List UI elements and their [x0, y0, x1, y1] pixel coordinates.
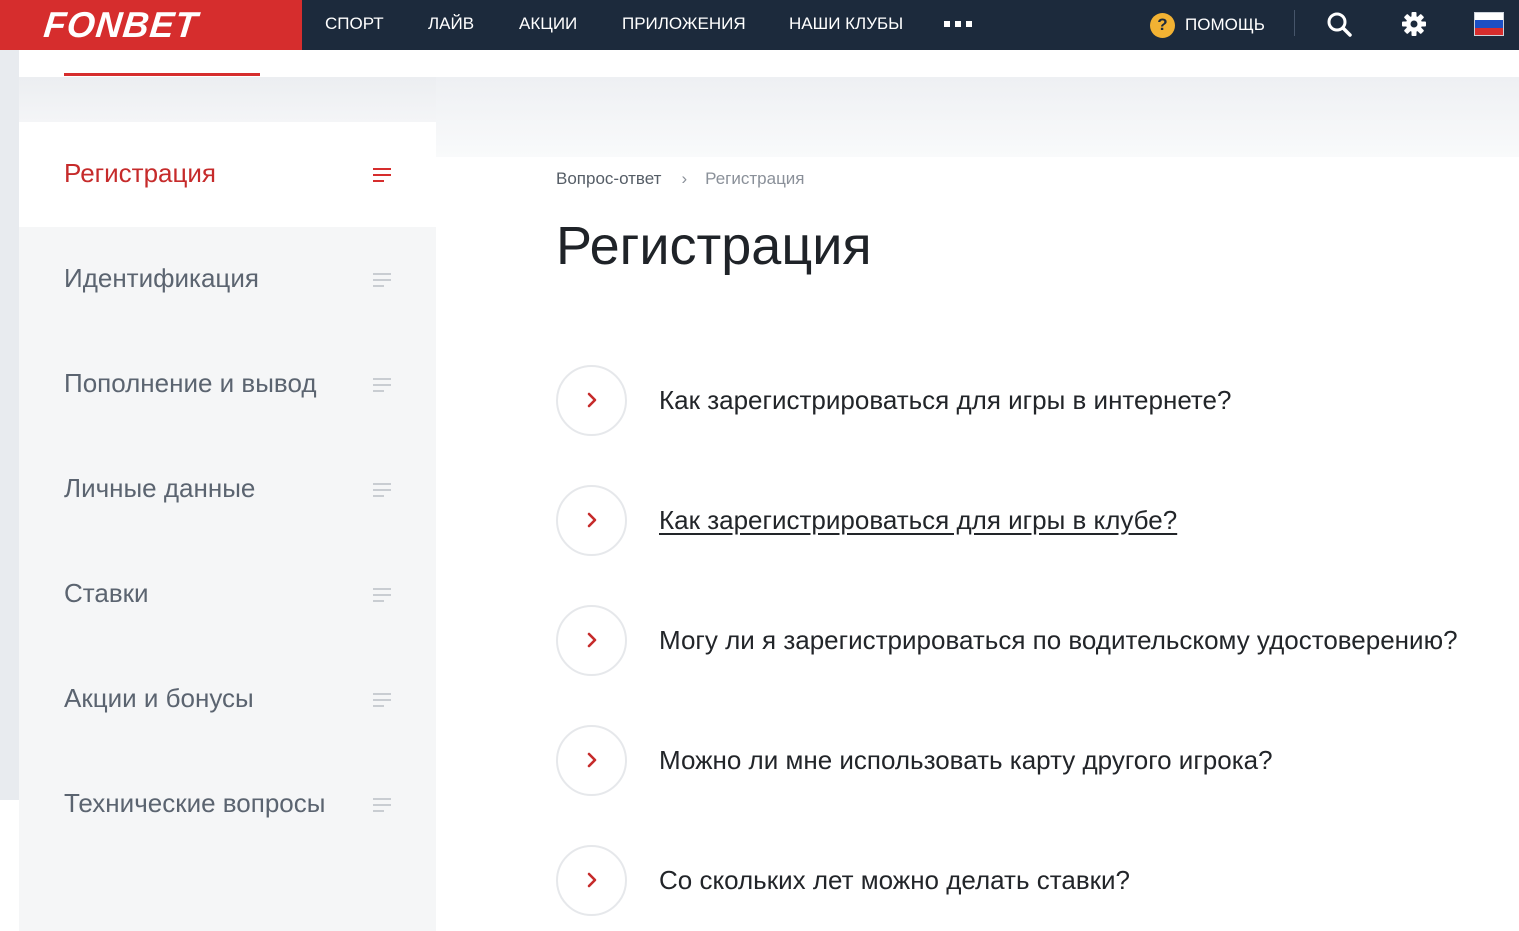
sidebar-item-personal-data[interactable]: Личные данные	[19, 437, 436, 542]
nav-item-live[interactable]: ЛАЙВ	[428, 0, 474, 50]
sidebar-item-bets[interactable]: Ставки	[19, 542, 436, 647]
faq-question[interactable]: Со скольких лет можно делать ставки?	[659, 865, 1130, 896]
sidebar-item-label: Пополнение и вывод	[64, 368, 317, 398]
menu-lines-icon	[373, 273, 391, 287]
chevron-right-icon[interactable]	[556, 844, 627, 916]
question-circle-icon: ?	[1150, 12, 1175, 38]
sidebar-item-identification[interactable]: Идентификация	[19, 227, 436, 332]
faq-item-online-registration[interactable]: Как зарегистрироваться для игры в интерн…	[556, 364, 1231, 436]
logo-area[interactable]: FONBET	[0, 0, 302, 50]
help-label: ПОМОЩЬ	[1185, 15, 1265, 34]
faq-question[interactable]: Как зарегистрироваться для игры в клубе?	[659, 505, 1177, 536]
breadcrumb-separator: ›	[681, 169, 688, 188]
content-top-band	[436, 77, 1519, 157]
faq-question[interactable]: Могу ли я зарегистрироваться по водитель…	[659, 625, 1458, 656]
sidebar-item-label: Ставки	[64, 578, 149, 608]
active-section-underline	[64, 73, 260, 76]
page-edge-strip	[0, 50, 19, 800]
sidebar-item-label: Технические вопросы	[64, 788, 326, 818]
sidebar-item-label: Личные данные	[64, 473, 256, 503]
faq-item-club-registration[interactable]: Как зарегистрироваться для игры в клубе?	[556, 484, 1177, 556]
menu-lines-icon	[373, 483, 391, 497]
sidebar-item-label: Акции и бонусы	[64, 683, 254, 713]
nav-item-clubs[interactable]: НАШИ КЛУБЫ	[789, 0, 903, 50]
breadcrumb: Вопрос-ответ › Регистрация	[556, 169, 805, 189]
nav-item-apps[interactable]: ПРИЛОЖЕНИЯ	[622, 0, 746, 50]
top-navigation-bar: FONBET СПОРТ ЛАЙВ АКЦИИ ПРИЛОЖЕНИЯ НАШИ …	[0, 0, 1519, 50]
faq-question[interactable]: Можно ли мне использовать карту другого …	[659, 745, 1273, 776]
search-icon[interactable]	[1324, 9, 1354, 39]
faq-question[interactable]: Как зарегистрироваться для игры в интерн…	[659, 385, 1231, 416]
menu-lines-icon	[373, 693, 391, 707]
chevron-right-icon[interactable]	[556, 604, 627, 676]
page-title: Регистрация	[556, 216, 872, 276]
menu-lines-icon	[373, 588, 391, 602]
sidebar-item-registration[interactable]: Регистрация	[19, 122, 436, 227]
menu-lines-icon	[373, 378, 391, 392]
faq-item-other-player-card[interactable]: Можно ли мне использовать карту другого …	[556, 724, 1273, 796]
sidebar-item-technical-questions[interactable]: Технические вопросы	[19, 752, 436, 857]
fonbet-logo[interactable]: FONBET	[42, 4, 200, 46]
menu-lines-icon	[373, 798, 391, 812]
help-button[interactable]: ? ПОМОЩЬ	[1150, 0, 1265, 50]
sidebar-item-deposit-withdrawal[interactable]: Пополнение и вывод	[19, 332, 436, 437]
sidebar-item-promotions-bonuses[interactable]: Акции и бонусы	[19, 647, 436, 752]
sidebar-top-band	[19, 77, 436, 122]
chevron-right-icon[interactable]	[556, 484, 627, 556]
sidebar-item-label: Регистрация	[64, 158, 216, 188]
faq-item-age-limit[interactable]: Со скольких лет можно делать ставки?	[556, 844, 1130, 916]
faq-category-sidebar: Регистрация Идентификация Пополнение и в…	[19, 122, 436, 931]
nav-item-sport[interactable]: СПОРТ	[325, 0, 384, 50]
menu-lines-icon	[373, 168, 391, 182]
gear-icon[interactable]	[1399, 9, 1429, 39]
chevron-right-icon[interactable]	[556, 364, 627, 436]
chevron-right-icon[interactable]	[556, 724, 627, 796]
breadcrumb-current: Регистрация	[705, 169, 805, 188]
nav-item-promotions[interactable]: АКЦИИ	[519, 0, 577, 50]
russia-flag-icon[interactable]	[1474, 12, 1504, 36]
nav-divider	[1294, 10, 1295, 36]
three-dots-icon[interactable]	[944, 21, 972, 27]
breadcrumb-parent-link[interactable]: Вопрос-ответ	[556, 169, 661, 189]
sidebar-item-label: Идентификация	[64, 263, 259, 293]
faq-item-drivers-license[interactable]: Могу ли я зарегистрироваться по водитель…	[556, 604, 1458, 676]
